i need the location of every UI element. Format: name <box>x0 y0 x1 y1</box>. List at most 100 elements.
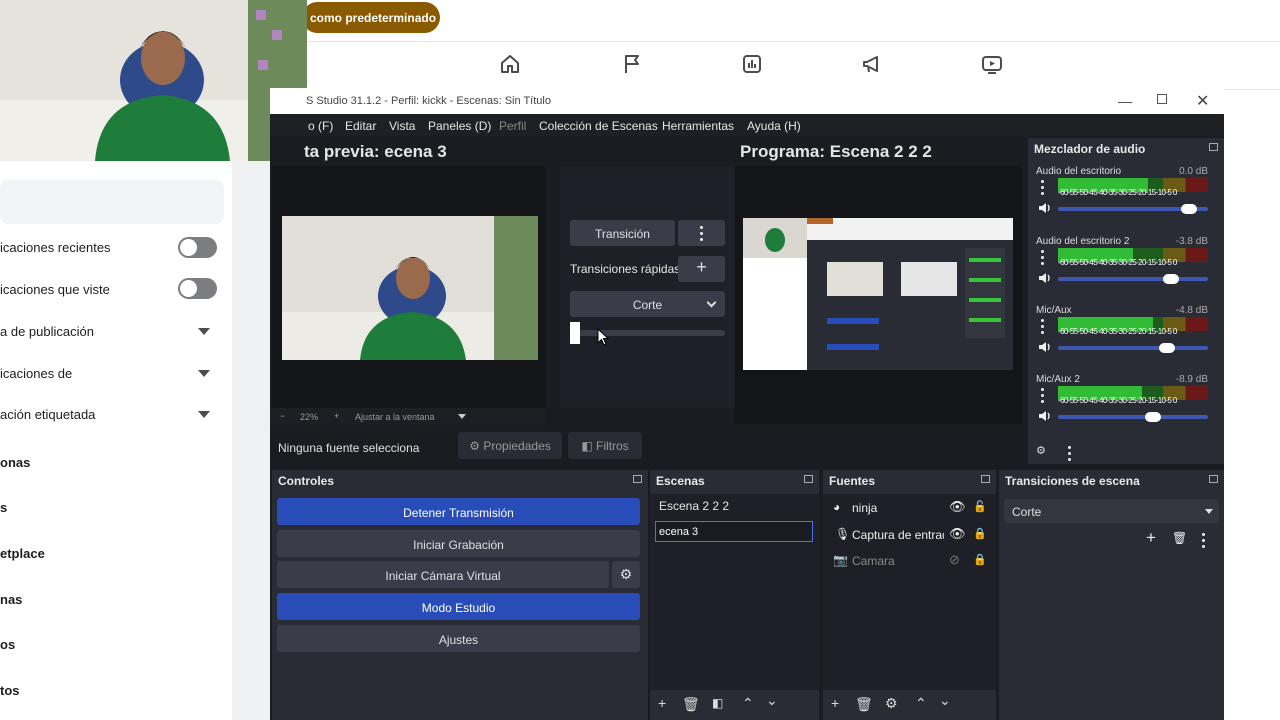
mixer-settings-icon[interactable]: ⚙ <box>1036 444 1046 457</box>
trash-icon[interactable]: 🗑 <box>1172 531 1187 545</box>
undock-icon[interactable] <box>1209 143 1218 151</box>
zoom-in-button[interactable]: + <box>334 411 339 421</box>
lock-icon[interactable]: 🔒 <box>973 527 987 540</box>
sidebar-item-s[interactable]: s <box>0 500 7 515</box>
volume-slider[interactable] <box>1058 274 1208 284</box>
channel-menu-icon[interactable] <box>1041 250 1044 266</box>
chevron-down-icon[interactable] <box>198 411 210 418</box>
chevron-up-icon[interactable]: ⌃ <box>915 695 927 712</box>
chevron-down-icon[interactable] <box>198 328 210 335</box>
virtual-camera-settings-button[interactable]: ⚙ <box>612 561 640 588</box>
chevron-down-icon[interactable] <box>198 370 210 377</box>
speaker-icon[interactable] <box>1038 410 1052 422</box>
zoom-fit-select[interactable]: Ajustar a la ventana <box>355 412 435 422</box>
menu-profile[interactable]: Perfil <box>499 119 526 133</box>
filter-icon[interactable]: ◧ <box>712 696 723 710</box>
eye-hidden-icon[interactable]: ⊘ <box>949 552 960 568</box>
sidebar-item-events[interactable]: tos <box>0 683 20 698</box>
add-icon[interactable]: + <box>658 695 666 711</box>
channel-menu-icon[interactable] <box>1041 388 1044 404</box>
chevron-down-icon[interactable]: ⌄ <box>939 692 951 709</box>
unlock-icon[interactable]: 🔓 <box>973 500 987 513</box>
flag-icon[interactable] <box>620 52 646 78</box>
home-icon[interactable] <box>498 52 524 78</box>
preview-pane[interactable] <box>272 166 545 408</box>
start-recording-button[interactable]: Iniciar Grabación <box>277 530 640 557</box>
maximize-icon[interactable] <box>1157 94 1167 104</box>
volume-slider-handle[interactable] <box>1163 274 1179 284</box>
transition-button[interactable]: Transición <box>570 220 675 246</box>
undock-icon[interactable] <box>981 475 990 483</box>
channel-menu-icon[interactable] <box>1041 180 1044 196</box>
menu-edit[interactable]: Editar <box>345 119 376 133</box>
channel-menu-icon[interactable] <box>1041 319 1044 335</box>
menu-docks[interactable]: Paneles (D) <box>428 119 491 133</box>
add-icon[interactable]: + <box>1146 528 1156 548</box>
add-quick-transition-button[interactable]: + <box>678 256 725 282</box>
menu-file[interactable]: o (F) <box>308 119 333 133</box>
source-item[interactable]: ◕ ninja 👁 🔓 <box>831 499 991 520</box>
properties-button[interactable]: ⚙ Propiedades <box>458 432 562 459</box>
video-icon[interactable] <box>980 52 1006 78</box>
obs-title-bar: S Studio 31.1.2 - Perfil: kickk - Escena… <box>270 88 1224 114</box>
eye-icon[interactable]: 👁 <box>949 499 966 515</box>
eye-icon[interactable]: 👁 <box>949 526 966 542</box>
menu-help[interactable]: Ayuda (H) <box>747 119 801 133</box>
undock-icon[interactable] <box>633 475 642 483</box>
sidebar-item-recent: icaciones recientes <box>0 240 111 255</box>
scene-item-editing[interactable]: ecena 3 <box>655 521 813 542</box>
sidebar-item-groups[interactable]: os <box>0 637 15 652</box>
volume-slider[interactable] <box>1058 412 1208 422</box>
volume-slider[interactable] <box>1058 343 1208 353</box>
meter-scale: -60-55-50-45-40-35-30-25-20-15-10-5 0 <box>1058 258 1177 267</box>
transition-more-button[interactable] <box>678 220 725 246</box>
settings-button[interactable]: Ajustes <box>277 625 640 652</box>
t-bar-slider[interactable] <box>570 330 725 336</box>
volume-slider[interactable] <box>1058 204 1208 214</box>
recent-toggle[interactable] <box>178 237 217 258</box>
menu-tools[interactable]: Herramientas <box>662 119 734 133</box>
trash-icon[interactable]: 🗑 <box>855 696 873 713</box>
sidebar-item-people[interactable]: onas <box>0 455 30 470</box>
scene-transition-select[interactable]: Corte <box>1004 499 1219 523</box>
volume-slider-handle[interactable] <box>1181 204 1197 214</box>
source-item[interactable]: 📷 Camara ⊘ 🔒 <box>831 552 991 573</box>
gear-icon: ⚙ <box>469 439 481 453</box>
megaphone-icon[interactable] <box>860 52 886 78</box>
trash-icon[interactable]: 🗑 <box>682 696 700 713</box>
volume-slider-handle[interactable] <box>1145 412 1161 422</box>
stop-streaming-button[interactable]: Detener Transmisión <box>277 498 640 525</box>
t-bar-handle[interactable] <box>570 322 580 344</box>
more-icon[interactable] <box>1202 533 1205 549</box>
chart-icon[interactable] <box>740 52 766 78</box>
start-virtual-camera-button[interactable]: Iniciar Cámara Virtual <box>277 561 609 588</box>
sidebar-selected-item[interactable] <box>0 180 224 224</box>
lock-icon[interactable]: 🔒 <box>973 553 987 566</box>
zoom-out-button[interactable]: − <box>280 411 285 421</box>
speaker-icon[interactable] <box>1038 202 1052 214</box>
speaker-icon[interactable] <box>1038 341 1052 353</box>
minimize-icon[interactable]: — <box>1118 93 1132 109</box>
studio-mode-button[interactable]: Modo Estudio <box>277 593 640 620</box>
chevron-up-icon[interactable]: ⌃ <box>742 695 754 712</box>
add-icon[interactable]: + <box>831 695 839 711</box>
quick-transition-select[interactable]: Corte <box>570 291 725 317</box>
undock-icon[interactable] <box>1209 475 1218 483</box>
scene-item[interactable]: Escena 2 2 2 <box>659 499 729 513</box>
sidebar-item-pages[interactable]: nas <box>0 592 22 607</box>
chevron-down-icon[interactable]: ⌄ <box>766 692 778 709</box>
mixer-menu-icon[interactable] <box>1068 446 1071 462</box>
filters-button[interactable]: ◧ Filtros <box>568 432 642 459</box>
chevron-down-icon[interactable] <box>458 414 466 419</box>
volume-slider-handle[interactable] <box>1159 343 1175 353</box>
close-icon[interactable]: ✕ <box>1196 91 1209 111</box>
viewed-toggle[interactable] <box>178 278 217 299</box>
set-default-button[interactable]: como predeterminado <box>302 2 440 33</box>
speaker-icon[interactable] <box>1038 272 1052 284</box>
source-item[interactable]: 🎙 Captura de entrada 👁 🔒 <box>831 526 991 547</box>
gear-icon[interactable]: ⚙ <box>885 695 898 712</box>
undock-icon[interactable] <box>804 475 813 483</box>
menu-scene-collection[interactable]: Colección de Escenas <box>539 119 658 133</box>
menu-view[interactable]: Vista <box>389 119 415 133</box>
sidebar-item-marketplace[interactable]: etplace <box>0 546 45 561</box>
